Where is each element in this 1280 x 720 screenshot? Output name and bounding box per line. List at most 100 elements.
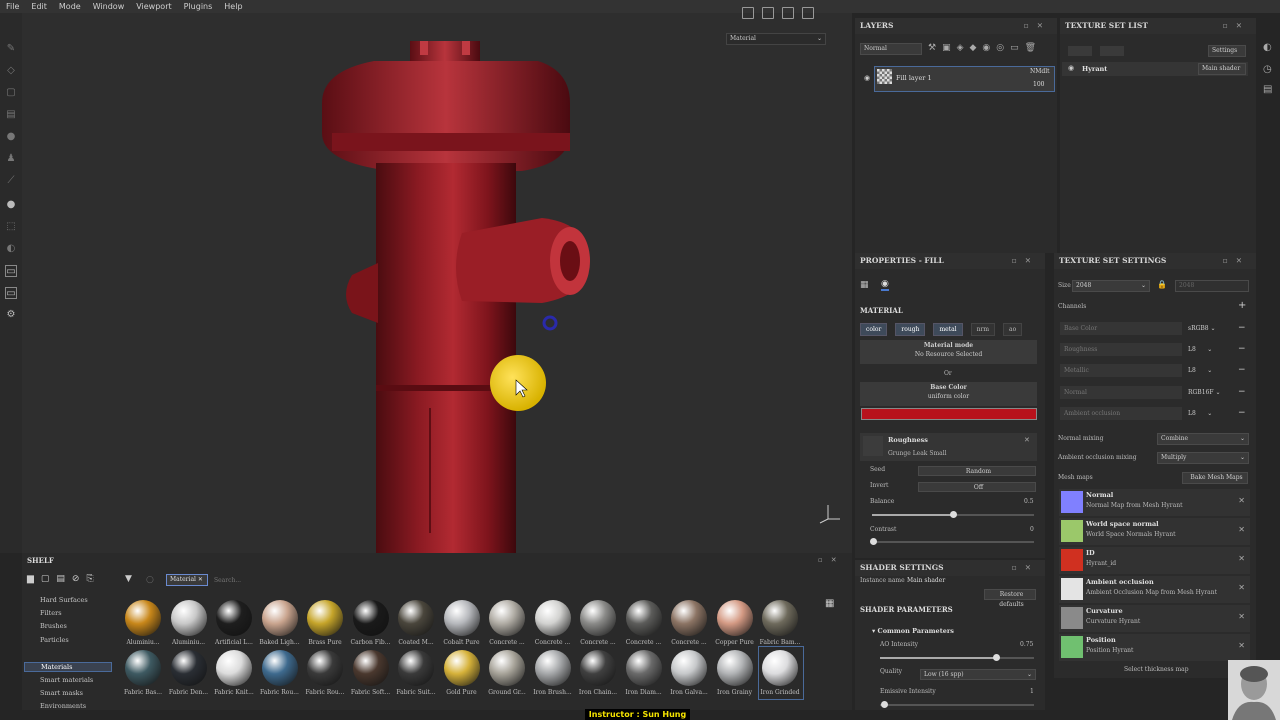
measure-icon[interactable]: ▭ [5, 287, 17, 299]
size-height-select[interactable]: 2048 [1175, 280, 1249, 292]
material-item[interactable]: Fabric Bam... [759, 600, 801, 646]
mesh-map-slot[interactable]: Normal Normal Map from Mesh Hyrant ✕ [1059, 489, 1250, 516]
channel-format-select[interactable]: L8 ⌄ [1188, 343, 1228, 356]
shelf-category-smart-materials[interactable]: Smart materials [40, 676, 93, 684]
base-color-block[interactable]: Base Color uniform color [860, 382, 1037, 406]
shelf-search-input[interactable] [214, 574, 334, 586]
close-icon[interactable]: ✕ [1238, 583, 1245, 592]
material-mode-block[interactable]: Material mode No Resource Selected [860, 340, 1037, 364]
channel-metallic[interactable]: Metallic [1060, 364, 1182, 377]
channel-ambient-occlusion[interactable]: Ambient occlusion [1060, 407, 1182, 420]
smudge-icon[interactable]: ● [5, 131, 17, 143]
ao-mixing-select[interactable]: Multiply ⌄ [1157, 452, 1249, 464]
balance-value[interactable]: 0.5 [1024, 498, 1034, 505]
shelf-category-filters[interactable]: Filters [40, 609, 62, 617]
material-item[interactable]: Cobalt Pure [441, 600, 483, 646]
material-item[interactable]: Artificial L... [213, 600, 255, 646]
video-icon[interactable] [782, 7, 794, 19]
material-item[interactable]: Fabric Den... [168, 650, 210, 696]
emissive-intensity-value[interactable]: 1 [1030, 688, 1034, 695]
material-item[interactable]: Concrete ... [668, 600, 710, 646]
material-item[interactable]: Concrete ... [486, 600, 528, 646]
paint-brush-icon[interactable]: ✎ [5, 43, 17, 55]
layer-opacity-value[interactable]: 100 [1033, 81, 1044, 88]
filter-tag-material[interactable]: Material ✕ [166, 574, 208, 586]
remove-channel-icon[interactable]: − [1238, 343, 1246, 356]
material-item[interactable]: Fabric Suit... [395, 650, 437, 696]
menu-window[interactable]: Window [87, 2, 131, 11]
instance-name-value[interactable]: Main shader [907, 577, 945, 584]
channel-normal[interactable]: Normal [1060, 386, 1182, 399]
quality-select[interactable]: Low (16 spp) ⌄ [920, 669, 1036, 680]
select-thickness-map[interactable]: Select thickness map [1124, 666, 1189, 673]
shelf-category-particles[interactable]: Particles [40, 636, 69, 644]
menu-help[interactable]: Help [218, 2, 248, 11]
layer-blend-value[interactable]: NMdlt [1030, 68, 1050, 75]
mesh-map-slot[interactable]: Position Position Hyrant ✕ [1059, 634, 1250, 661]
channel-roughness[interactable]: Roughness [1060, 343, 1182, 356]
history-icon[interactable]: ◷ [1263, 64, 1272, 75]
chip-nrm[interactable]: nrm [970, 323, 996, 336]
material-item[interactable]: Aluminiu... [122, 600, 164, 646]
common-parameters-group[interactable]: ▾ Common Parameters [872, 627, 954, 635]
projection-icon[interactable]: ▢ [5, 87, 17, 99]
clone-icon[interactable]: ♟ [5, 153, 17, 165]
close-icon[interactable]: ✕ [1238, 496, 1245, 505]
material-item[interactable]: Iron Chain... [577, 650, 619, 696]
menu-plugins[interactable]: Plugins [178, 2, 219, 11]
material-item[interactable]: Gold Pure [441, 650, 483, 696]
channel-base-color[interactable]: Base Color [1060, 322, 1182, 335]
chip-color[interactable]: color [860, 323, 888, 336]
material-item[interactable]: Baked Ligh... [259, 600, 301, 646]
invert-toggle[interactable]: Off [918, 482, 1036, 492]
material-item[interactable]: Brass Pure [304, 600, 346, 646]
geometry-mask-icon[interactable]: ▤ [5, 109, 17, 121]
remove-channel-icon[interactable]: − [1238, 407, 1246, 420]
layer-blend-select[interactable]: Normal [860, 43, 922, 55]
shelf-category-smart-masks[interactable]: Smart masks [40, 689, 83, 697]
texture-set-visibility-icon[interactable]: ◉ [1068, 64, 1074, 72]
shelf-category-materials[interactable]: Materials [24, 662, 112, 672]
shelf-category-hard-surfaces[interactable]: Hard Surfaces [40, 596, 88, 604]
material-item[interactable]: Concrete ... [623, 600, 665, 646]
shelf-category-brushes[interactable]: Brushes [40, 622, 67, 630]
filter-icon[interactable]: ▼ [125, 574, 132, 584]
material-item[interactable]: Fabric Rou... [259, 650, 301, 696]
fill-material-icon[interactable]: ◉ [881, 279, 889, 291]
ao-intensity-slider[interactable] [880, 654, 1034, 661]
base-color-swatch[interactable] [861, 408, 1037, 420]
material-item[interactable]: Iron Grainy [714, 650, 756, 696]
material-item[interactable]: Aluminiu... [168, 600, 210, 646]
seed-button[interactable]: Random [918, 466, 1036, 476]
chip-ao[interactable]: ao [1003, 323, 1023, 336]
material-item[interactable]: Fabric Rou... [304, 650, 346, 696]
size-lock-icon[interactable]: 🔒 [1157, 280, 1167, 289]
screenshot-icon[interactable] [802, 7, 814, 19]
tsl-button-b[interactable] [1100, 46, 1124, 56]
camera-view-icon[interactable] [742, 7, 754, 19]
settings-gear-icon[interactable]: ⚙ [5, 309, 17, 321]
shelf-window-controls[interactable]: ▫✕ [818, 556, 845, 564]
menu-viewport[interactable]: Viewport [130, 2, 177, 11]
restore-defaults-button[interactable]: Restore defaults [984, 589, 1036, 608]
polygon-fill-icon[interactable]: ● [5, 199, 17, 211]
channel-format-select[interactable]: L8 ⌄ [1188, 407, 1228, 420]
close-icon[interactable]: ✕ [1238, 612, 1245, 621]
cube-view-icon[interactable] [762, 7, 774, 19]
shelf-toolbar-icons[interactable]: ▆▢▤⊘⎘ [27, 574, 101, 584]
remove-channel-icon[interactable]: − [1238, 386, 1246, 399]
material-picker-icon[interactable]: ◐ [5, 243, 17, 255]
balance-slider[interactable] [872, 511, 1034, 518]
channel-format-select[interactable]: sRGB8 ⌄ [1188, 322, 1228, 335]
material-item[interactable]: Coated M... [395, 600, 437, 646]
channel-format-select[interactable]: RGB16F ⌄ [1188, 386, 1228, 399]
remove-channel-icon[interactable]: − [1238, 364, 1246, 377]
texture-set-shader-select[interactable]: Main shader [1198, 63, 1246, 75]
menu-edit[interactable]: Edit [25, 2, 53, 11]
picker-icon[interactable]: ⟋ [5, 175, 17, 187]
layer-name[interactable]: Fill layer 1 [896, 74, 932, 82]
texture-set-name[interactable]: Hyrant [1082, 65, 1107, 73]
material-item[interactable]: Fabric Knit... [213, 650, 255, 696]
material-item[interactable]: Ground Gr... [486, 650, 528, 696]
size-select[interactable]: 2048 ⌄ [1072, 280, 1150, 292]
